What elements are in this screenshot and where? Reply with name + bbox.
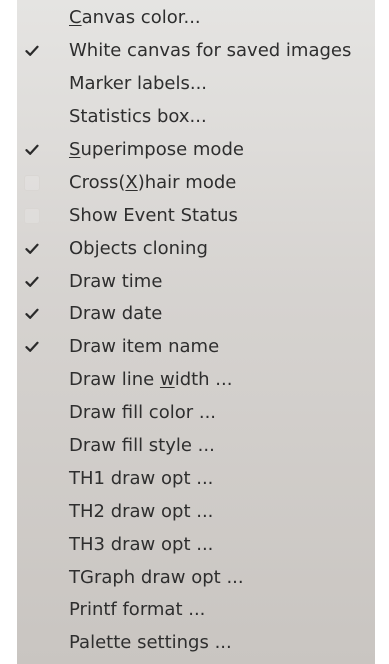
menu-item-draw-fill-style[interactable]: Draw fill style ...	[17, 430, 375, 463]
empty-checkbox-icon	[24, 174, 40, 191]
menu-item-draw-time[interactable]: Draw time	[17, 265, 375, 298]
checkmark-icon	[23, 240, 41, 258]
empty-checkbox-icon	[24, 207, 40, 224]
menu-item-label: Superimpose mode	[69, 139, 244, 160]
menu-item-label: Draw time	[69, 270, 163, 292]
checkmark-icon	[23, 141, 41, 159]
menu-item-white-canvas-for-saved-images[interactable]: White canvas for saved images	[17, 35, 375, 68]
checkmark-icon	[23, 338, 41, 356]
menu-item-label: Show Event Status	[69, 204, 238, 226]
checkmark-icon	[23, 305, 41, 323]
menu-item-label: Marker labels...	[69, 73, 208, 95]
menu-item-th2-draw-opt[interactable]: TH2 draw opt ...	[17, 495, 375, 528]
menu-item-th1-draw-opt[interactable]: TH1 draw opt ...	[17, 462, 375, 495]
menu-item-label: Draw fill style ...	[69, 435, 215, 457]
checkmark-icon	[23, 42, 41, 60]
menu-item-label: White canvas for saved images	[69, 40, 352, 62]
menu-item-canvas-color[interactable]: Canvas color...	[17, 2, 375, 35]
menu-item-label: TH2 draw opt ...	[69, 500, 214, 522]
menu-item-label: Statistics box...	[69, 106, 207, 128]
menu-item-label: TGraph draw opt ...	[69, 566, 244, 588]
menu-item-label: Draw date	[69, 303, 163, 325]
menu-item-label: Palette settings ...	[69, 632, 232, 654]
menu-item-tgraph-draw-opt[interactable]: TGraph draw opt ...	[17, 561, 375, 594]
menu-item-superimpose-mode[interactable]: Superimpose mode	[17, 134, 375, 167]
menu-item-label: TH3 draw opt ...	[69, 533, 214, 555]
menu-item-draw-date[interactable]: Draw date	[17, 298, 375, 331]
menu-item-objects-cloning[interactable]: Objects cloning	[17, 232, 375, 265]
menu-item-label: Draw fill color ...	[69, 402, 217, 424]
menu-item-label: Printf format ...	[69, 599, 206, 621]
menu-item-draw-fill-color[interactable]: Draw fill color ...	[17, 397, 375, 430]
menu-item-label: Canvas color...	[69, 7, 201, 29]
menu-item-label: Objects cloning	[69, 237, 208, 259]
menu-item-label: Draw item name	[69, 336, 220, 358]
menu-item-label: Cross(X)hair mode	[69, 171, 237, 193]
menu-item-label: TH1 draw opt ...	[69, 467, 214, 489]
menu-item-show-event-status[interactable]: Show Event Status	[17, 199, 375, 232]
menu-item-palette-settings[interactable]: Palette settings ...	[17, 627, 375, 660]
menu-item-marker-labels[interactable]: Marker labels...	[17, 68, 375, 101]
menu-item-draw-item-name[interactable]: Draw item name	[17, 331, 375, 364]
menu-item-cross-x-hair-mode[interactable]: Cross(X)hair mode	[17, 166, 375, 199]
menu-item-statistics-box[interactable]: Statistics box...	[17, 101, 375, 134]
menu-item-printf-format[interactable]: Printf format ...	[17, 594, 375, 627]
options-menu: Canvas color... White canvas for saved im…	[17, 0, 375, 664]
checkmark-icon	[23, 273, 41, 291]
menu-item-th3-draw-opt[interactable]: TH3 draw opt ...	[17, 528, 375, 561]
menu-item-label: Draw line width ...	[69, 369, 233, 391]
menu-item-draw-line-width[interactable]: Draw line width ...	[17, 364, 375, 397]
